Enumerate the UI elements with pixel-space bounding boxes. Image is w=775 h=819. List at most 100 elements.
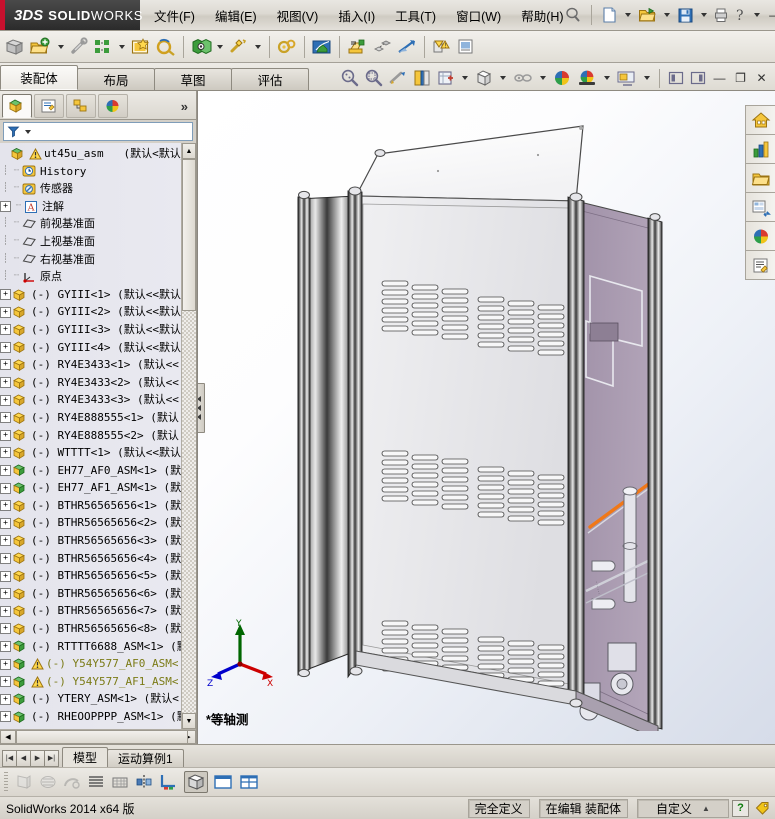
help-dropdown-icon[interactable] bbox=[753, 13, 760, 17]
tree-item[interactable]: + (-) GYIII<4> (默认<<默认 bbox=[0, 339, 181, 357]
tree-item[interactable]: + (-) BTHR56565656<4> (默 bbox=[0, 550, 181, 568]
tree-item[interactable]: ┊ ┈ 右视基准面 bbox=[0, 251, 181, 269]
tree-item[interactable]: + (-) BTHR56565656<5> (默 bbox=[0, 567, 181, 585]
appearances-scenes-icon[interactable] bbox=[745, 221, 775, 251]
expand-toggle[interactable]: + bbox=[0, 341, 11, 353]
view-settings-icon[interactable] bbox=[616, 68, 638, 88]
tab-layout[interactable]: 布局 bbox=[77, 68, 155, 90]
tree-item[interactable]: ┊ ┈ 原点 bbox=[0, 268, 181, 286]
zoom-to-fit-icon[interactable] bbox=[340, 68, 360, 88]
manager-overflow-button[interactable]: » bbox=[181, 99, 194, 114]
smart-fasteners-icon[interactable] bbox=[130, 37, 152, 57]
graphics-area[interactable]: ...... Y X Z *等轴测 bbox=[197, 91, 775, 744]
filter-dropdown-icon[interactable] bbox=[25, 129, 31, 134]
section-properties-icon[interactable] bbox=[456, 37, 476, 57]
tree-item[interactable]: + (-) EH77_AF1_ASM<1> (默 bbox=[0, 479, 181, 497]
new-document-icon[interactable] bbox=[601, 6, 618, 24]
tree-item[interactable]: ┊ ┈ 前视基准面 bbox=[0, 215, 181, 233]
hide-show-items-icon[interactable] bbox=[512, 68, 534, 88]
document-restore-button[interactable]: ❐ bbox=[732, 71, 749, 86]
scroll-track[interactable] bbox=[182, 159, 196, 713]
expand-toggle[interactable]: + bbox=[0, 359, 11, 371]
search-input[interactable] bbox=[3, 122, 193, 141]
view-palette-icon[interactable] bbox=[745, 192, 775, 222]
scroll-down-button[interactable]: ▼ bbox=[182, 713, 196, 729]
assembly-features-icon[interactable] bbox=[228, 37, 250, 57]
tree-root[interactable]: ut45u_asm (默认<默认_显 bbox=[0, 145, 181, 163]
menu-file[interactable]: 文件(F) bbox=[154, 6, 195, 25]
tab-evaluate[interactable]: 评估 bbox=[231, 68, 309, 90]
edit-appearance-icon[interactable] bbox=[552, 68, 572, 88]
pin-icon[interactable] bbox=[564, 6, 582, 24]
panel-splitter-handle[interactable] bbox=[198, 383, 205, 433]
minimize-button[interactable]: — bbox=[767, 8, 775, 23]
view-orientation-dropdown-icon[interactable] bbox=[462, 76, 468, 80]
tree-item[interactable]: + (-) GYIII<3> (默认<<默认 bbox=[0, 321, 181, 339]
status-custom[interactable]: 自定义 ▲ bbox=[637, 798, 729, 818]
linear-pattern-dropdown-icon[interactable] bbox=[119, 44, 125, 49]
mirror-icon[interactable] bbox=[134, 772, 154, 792]
tree-item[interactable]: + (-) RY4E3433<3> (默认<< bbox=[0, 391, 181, 409]
open-document-dropdown-icon[interactable] bbox=[663, 13, 670, 17]
h-scroll-track[interactable] bbox=[16, 730, 188, 744]
reference-geometry-icon[interactable] bbox=[276, 37, 298, 57]
tree-item[interactable]: + (-) RY4E3433<1> (默认<< bbox=[0, 356, 181, 374]
expand-toggle[interactable]: + bbox=[0, 676, 11, 688]
expand-toggle[interactable]: + bbox=[0, 623, 11, 635]
expand-toggle[interactable]: + bbox=[0, 500, 11, 512]
property-manager-tab[interactable] bbox=[34, 94, 64, 118]
scroll-left-button[interactable]: ◀ bbox=[0, 730, 16, 744]
tree-horizontal-scrollbar[interactable]: ◀ ▶ bbox=[0, 729, 196, 744]
design-library-resources-icon[interactable] bbox=[745, 134, 775, 164]
configuration-manager-tab[interactable] bbox=[66, 94, 96, 118]
feature-tree[interactable]: ut45u_asm (默认<默认_显 ┊┈History┊┈传感器+┈A注解┊┈… bbox=[0, 143, 181, 729]
tree-item[interactable]: ┊ ┈ History bbox=[0, 163, 181, 181]
grid-icon[interactable] bbox=[110, 772, 130, 792]
mate-icon[interactable] bbox=[69, 36, 89, 57]
nav-prev-button[interactable]: ◀ bbox=[16, 749, 31, 767]
menu-tools[interactable]: 工具(T) bbox=[395, 6, 436, 25]
tree-item[interactable]: + (-) BTHR56565656<7> (默 bbox=[0, 602, 181, 620]
save-icon[interactable] bbox=[677, 6, 694, 24]
expand-toggle[interactable]: + bbox=[0, 306, 11, 318]
tag-icon[interactable] bbox=[755, 801, 770, 816]
tree-item[interactable]: + (-) BTHR56565656<6> (默 bbox=[0, 585, 181, 603]
tree-item[interactable]: + (-) EH77_AF0_ASM<1> (默 bbox=[0, 462, 181, 480]
quick-tips-icon[interactable]: ? bbox=[732, 799, 749, 817]
previous-view-icon[interactable] bbox=[388, 68, 408, 88]
curvature-icon[interactable] bbox=[62, 772, 82, 792]
zoom-to-area-icon[interactable] bbox=[364, 68, 384, 88]
expand-toggle[interactable]: + bbox=[0, 447, 11, 459]
coordinate-display-icon[interactable] bbox=[158, 772, 180, 792]
restore-left-icon[interactable] bbox=[667, 69, 685, 87]
show-hidden-components-icon[interactable] bbox=[190, 37, 212, 57]
expand-toggle[interactable]: + bbox=[0, 570, 11, 582]
tree-item[interactable]: + (-) BTHR56565656<2> (默 bbox=[0, 514, 181, 532]
expand-toggle[interactable]: + bbox=[0, 535, 11, 547]
tree-item[interactable]: + (-) RY4E888555<2> (默认 bbox=[0, 427, 181, 445]
feature-manager-tab[interactable] bbox=[2, 94, 32, 118]
tree-item[interactable]: + (-) GYIII<1> (默认<<默认 bbox=[0, 286, 181, 304]
h-scroll-thumb[interactable] bbox=[16, 730, 188, 744]
single-view-icon[interactable] bbox=[212, 772, 234, 792]
insert-components-dropdown-icon[interactable] bbox=[58, 44, 64, 49]
restore-right-icon[interactable] bbox=[689, 69, 707, 87]
explode-line-sketch-icon[interactable] bbox=[396, 37, 418, 57]
menu-view[interactable]: 视图(V) bbox=[277, 6, 319, 25]
display-style-icon[interactable] bbox=[474, 68, 494, 88]
hide-show-dropdown-icon[interactable] bbox=[540, 76, 546, 80]
tree-item[interactable]: + (-) RTTTT6688_ASM<1> (默 bbox=[0, 638, 181, 656]
save-dropdown-icon[interactable] bbox=[700, 13, 707, 17]
bill-of-materials-icon[interactable] bbox=[346, 37, 368, 57]
tree-item[interactable]: + (-) GYIII<2> (默认<<默认 bbox=[0, 303, 181, 321]
tree-item[interactable]: + (-) BTHR56565656<8> (默 bbox=[0, 620, 181, 638]
linear-component-pattern-icon[interactable] bbox=[92, 37, 114, 57]
menu-insert[interactable]: 插入(I) bbox=[338, 6, 375, 25]
menu-help[interactable]: 帮助(H) bbox=[521, 6, 563, 25]
display-style-dropdown-icon[interactable] bbox=[500, 76, 506, 80]
toolbar-grip[interactable] bbox=[4, 772, 8, 792]
tab-sketch[interactable]: 草图 bbox=[154, 68, 232, 90]
expand-toggle[interactable]: + bbox=[0, 552, 11, 564]
view-settings-dropdown-icon[interactable] bbox=[644, 76, 650, 80]
shaded-icon[interactable] bbox=[184, 771, 208, 793]
